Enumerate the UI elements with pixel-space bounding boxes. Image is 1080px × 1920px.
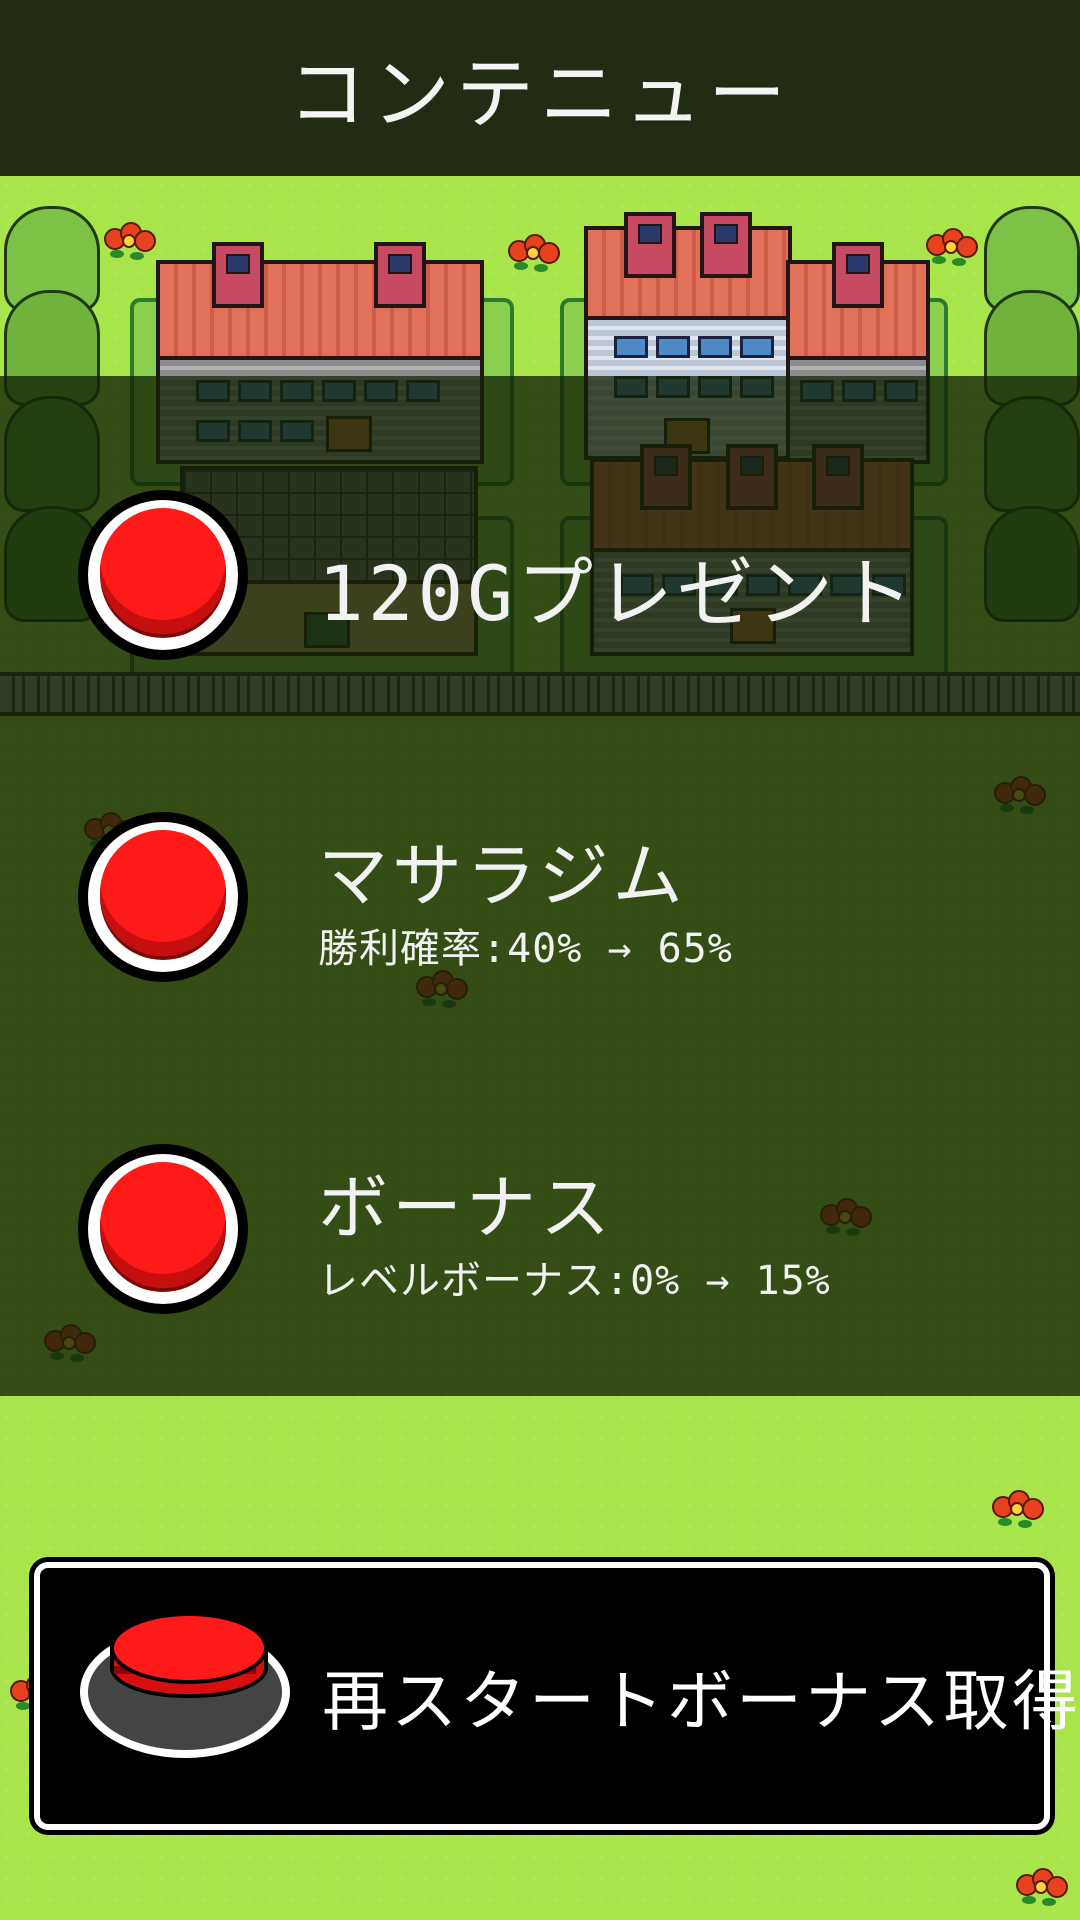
option-subtitle: 勝利確率:40% → 65% [318,926,733,972]
red-button-icon[interactable] [78,490,248,660]
flower-decoration [926,228,978,268]
option-bonus[interactable]: ボーナス レベルボーナス:0% → 15% [0,1144,1080,1314]
big-red-button-cap [110,1612,268,1702]
option-title: ボーナス [318,1167,614,1249]
header-bar: コンテニュー [0,0,1080,176]
option-title: 120Gプレゼント [318,549,918,638]
flower-decoration [508,234,560,274]
flower-decoration [104,222,156,262]
option-subtitle: レベルボーナス:0% → 15% [318,1258,831,1304]
restart-bonus-button[interactable]: 再スタートボーナス取得 [34,1562,1078,1830]
flower-decoration [1016,1868,1068,1908]
red-button-icon[interactable] [78,1144,248,1314]
option-title: マサラジム [318,835,687,917]
flower-decoration [992,1490,1044,1530]
restart-bonus-label: 再スタートボーナス取得 [322,1663,1080,1740]
option-masara-gym[interactable]: マサラジム 勝利確率:40% → 65% [0,812,1080,982]
red-button-icon[interactable] [78,812,248,982]
page-title: コンテニュー [287,50,792,140]
option-gold-present[interactable]: 120Gプレゼント [0,490,1080,660]
